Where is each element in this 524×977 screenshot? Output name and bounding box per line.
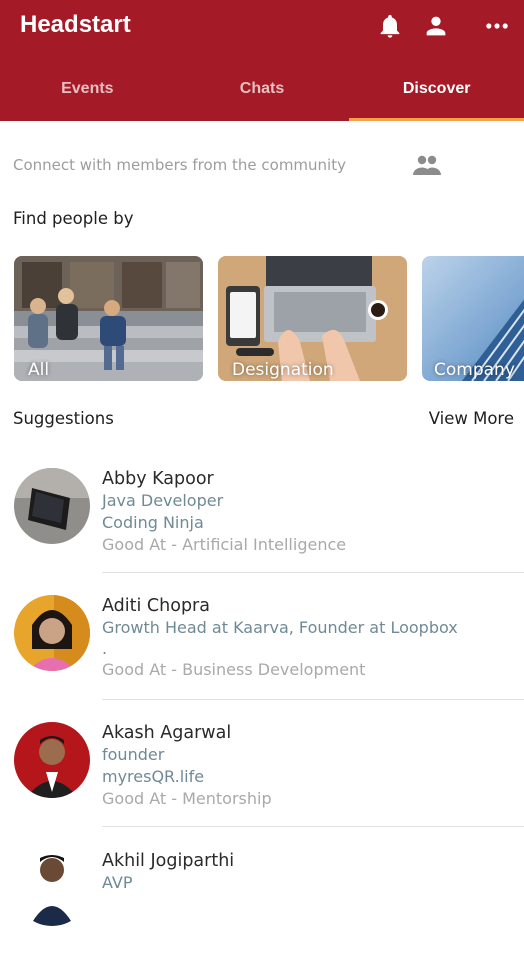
person-company: Coding Ninja [102, 513, 204, 532]
app-bar: Headstart Events Chats Discover [0, 0, 524, 121]
account-icon[interactable] [422, 12, 450, 40]
category-card-company[interactable]: Company [422, 256, 524, 381]
person-good-at: Good At - Business Development [102, 660, 366, 679]
people-icon[interactable] [410, 151, 444, 179]
intro-text: Connect with members from the community [13, 156, 346, 174]
person-company: myresQR.life [102, 767, 205, 786]
person-name: Abby Kapoor [102, 469, 214, 489]
person-good-at: Good At - Mentorship [102, 789, 272, 808]
person-designation: founder [102, 745, 165, 764]
category-label-all: All [28, 360, 50, 380]
app-title: Headstart [20, 11, 131, 38]
find-people-heading: Find people by [13, 209, 134, 228]
list-item[interactable]: Abby Kapoor Java Developer Coding Ninja … [0, 468, 524, 595]
tab-chats[interactable]: Chats [175, 68, 350, 121]
person-designation: Java Developer [102, 491, 224, 510]
person-good-at: Good At - Artificial Intelligence [102, 535, 347, 554]
category-card-all[interactable]: All [14, 256, 203, 381]
category-card-designation[interactable]: Designation [218, 256, 407, 381]
category-label-company: Company [434, 360, 515, 380]
divider [102, 699, 524, 700]
avatar [14, 722, 90, 798]
view-more-link[interactable]: View More [429, 406, 514, 432]
tab-events[interactable]: Events [0, 68, 175, 121]
suggestions-heading: Suggestions [13, 409, 114, 428]
person-designation: AVP [102, 873, 133, 892]
person-designation: Growth Head at Kaarva, Founder at Loopbo… [102, 618, 458, 637]
list-item[interactable]: Akhil Jogiparthi AVP [0, 850, 524, 977]
tab-discover[interactable]: Discover [349, 68, 524, 121]
person-name: Akash Agarwal [102, 723, 232, 743]
more-horizontal-icon[interactable] [483, 12, 511, 40]
category-label-designation: Designation [232, 360, 334, 380]
divider [102, 572, 524, 573]
divider [102, 826, 524, 827]
list-item[interactable]: Aditi Chopra Growth Head at Kaarva, Foun… [0, 595, 524, 722]
person-name: Aditi Chopra [102, 596, 210, 616]
person-company: . [102, 639, 108, 658]
avatar [14, 595, 90, 671]
bell-icon[interactable] [376, 12, 404, 40]
avatar [14, 468, 90, 544]
tab-bar: Events Chats Discover [0, 68, 524, 121]
avatar [14, 850, 90, 926]
list-item[interactable]: Akash Agarwal founder myresQR.life Good … [0, 722, 524, 849]
person-name: Akhil Jogiparthi [102, 851, 235, 871]
